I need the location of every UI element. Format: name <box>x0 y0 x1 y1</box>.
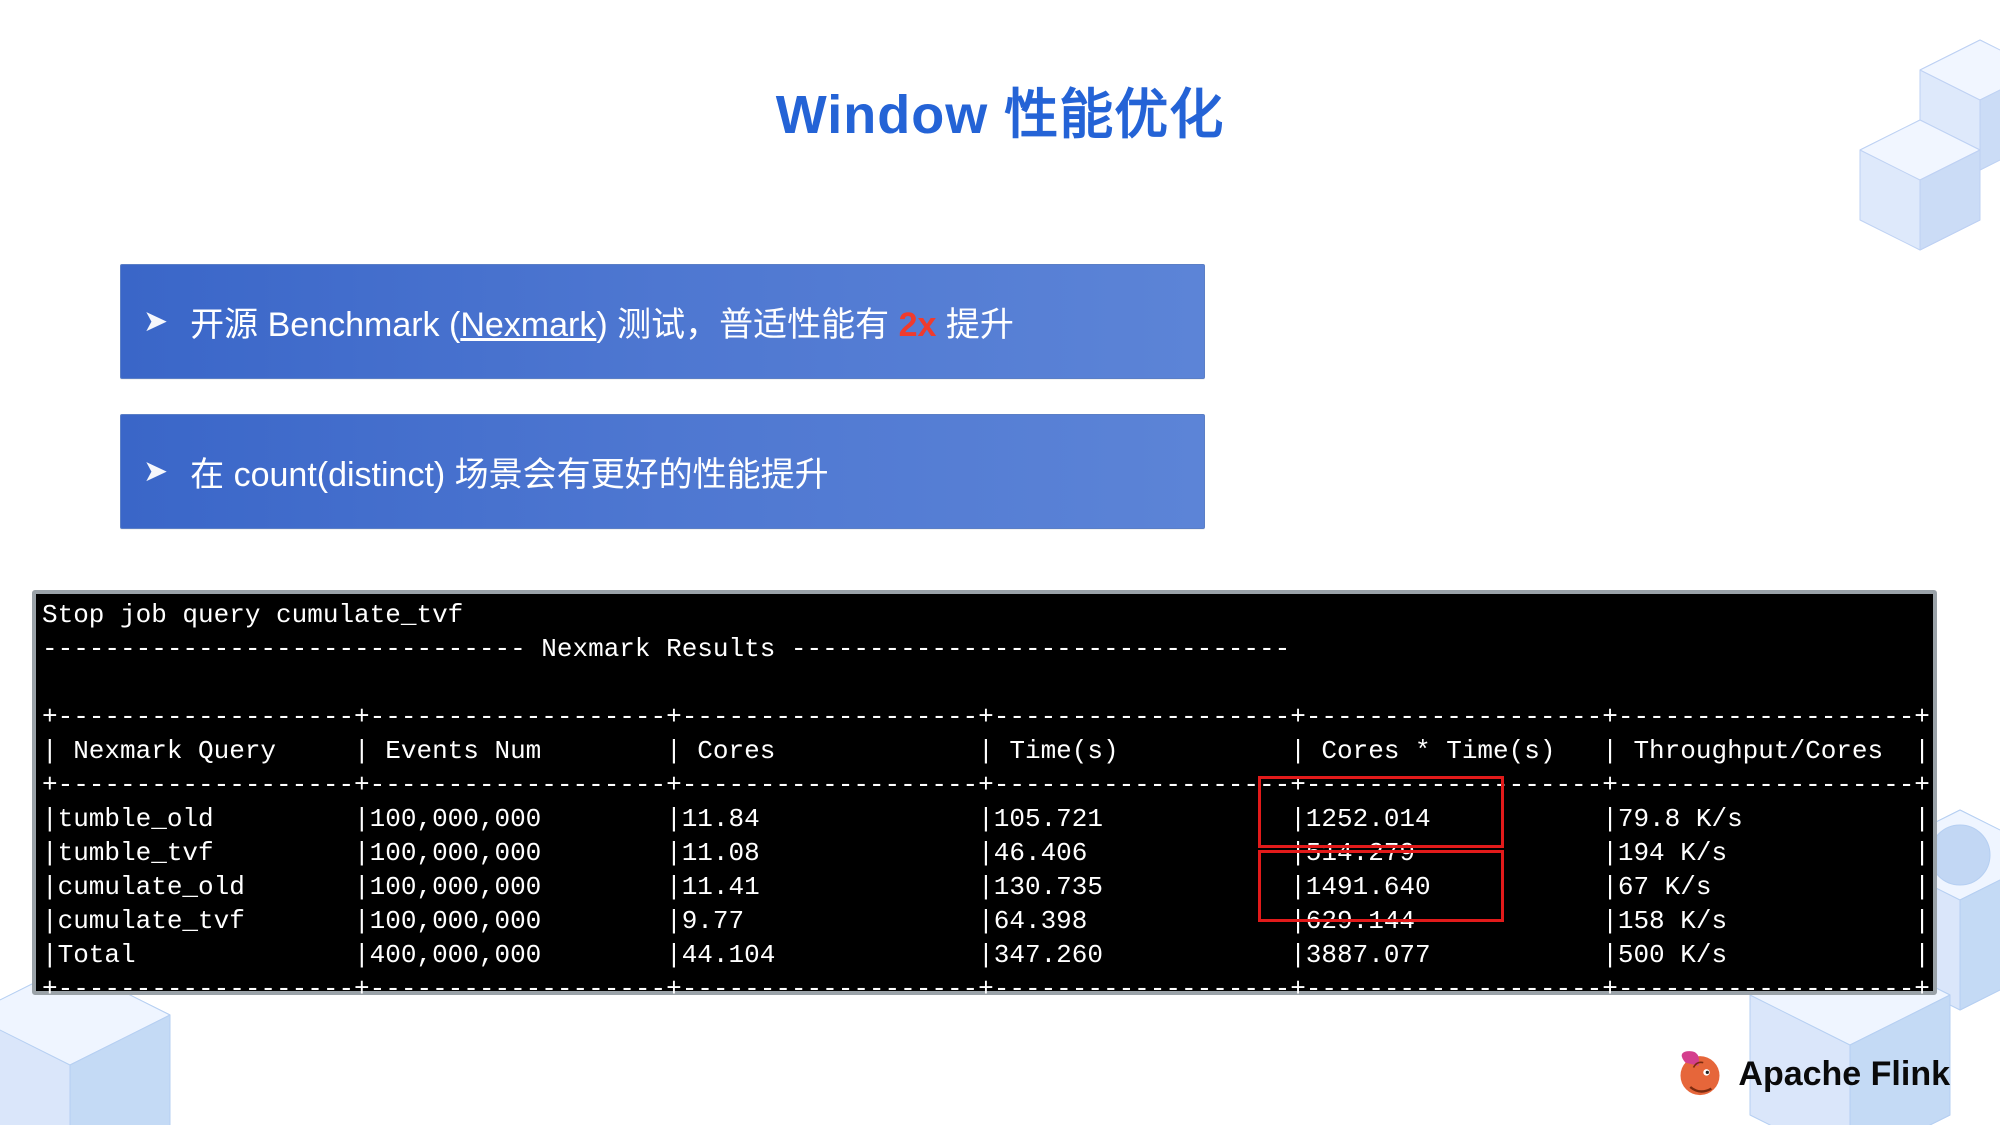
flink-squirrel-icon <box>1674 1048 1726 1100</box>
bullet-text: 开源 Benchmark (Nexmark) 测试，普适性能有 2x 提升 <box>190 297 1014 346</box>
bullet-count-distinct: ➤ 在 count(distinct) 场景会有更好的性能提升 <box>120 414 1205 529</box>
chevron-right-icon: ➤ <box>143 304 168 339</box>
slide-title: Window 性能优化 <box>0 70 2000 149</box>
decor-cubes-top-right <box>1780 30 2000 290</box>
highlight-2x: 2x <box>899 306 937 344</box>
nexmark-link[interactable]: Nexmark <box>460 306 596 344</box>
terminal-output: Stop job query cumulate_tvf ------------… <box>36 594 1933 991</box>
bullet-benchmark: ➤ 开源 Benchmark (Nexmark) 测试，普适性能有 2x 提升 <box>120 264 1205 379</box>
bullet-text: 在 count(distinct) 场景会有更好的性能提升 <box>190 447 829 496</box>
terminal-frame: Stop job query cumulate_tvf ------------… <box>32 590 1937 995</box>
brand-text: Apache Flink <box>1738 1055 1950 1094</box>
footer: Apache Flink <box>1674 1048 1950 1100</box>
bullet-text-post: 提升 <box>936 306 1013 344</box>
bullet-text-pre: 开源 Benchmark ( <box>190 306 460 344</box>
chevron-right-icon: ➤ <box>143 454 168 489</box>
bullet-text-mid: ) 测试，普适性能有 <box>596 306 898 344</box>
slide: Window 性能优化 ➤ 开源 Benchmark (Nexmark) 测试，… <box>0 0 2000 1125</box>
